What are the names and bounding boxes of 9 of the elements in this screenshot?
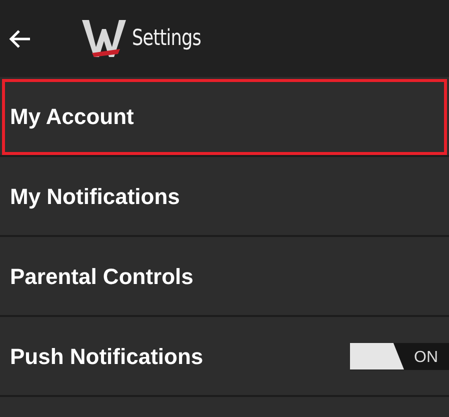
item-label: My Notifications xyxy=(10,182,180,211)
page-title: Settings xyxy=(132,25,201,53)
settings-item[interactable]: My Account xyxy=(0,77,449,157)
item-label: Push Notifications xyxy=(10,342,204,370)
back-icon[interactable] xyxy=(8,28,32,48)
toggle-switch[interactable]: ON xyxy=(350,342,449,370)
toggle-state: ON xyxy=(414,348,438,368)
item-label: My Account xyxy=(10,102,134,131)
item-label: Parental Controls xyxy=(10,262,194,290)
